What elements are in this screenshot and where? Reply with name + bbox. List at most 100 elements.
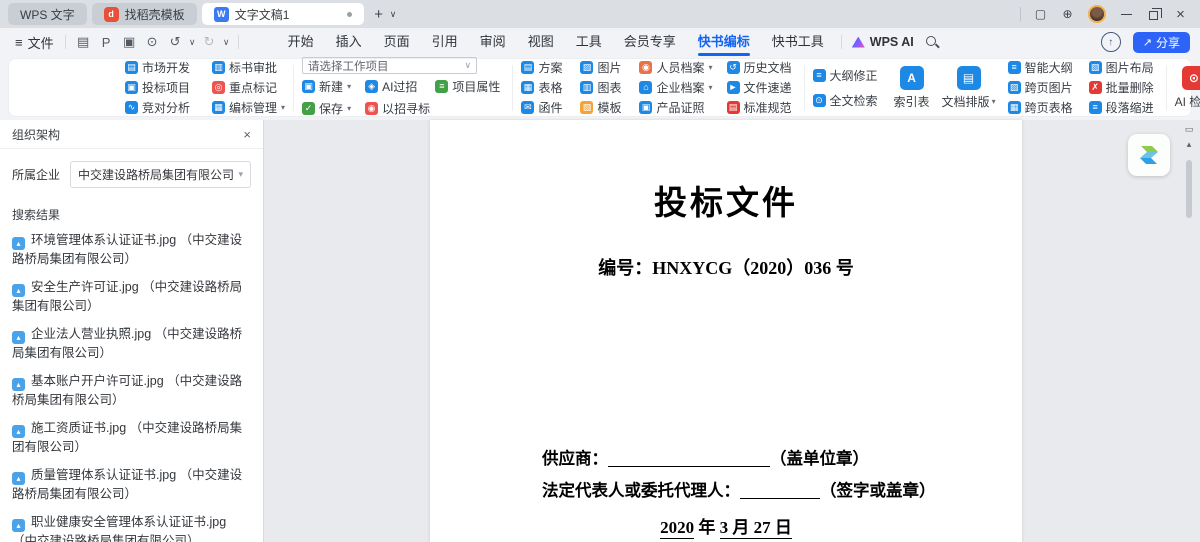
menu-reference[interactable]: 引用 [421,28,469,56]
search-icon[interactable] [925,35,939,49]
btn-new[interactable]: ▣ 新建 ▾ [302,77,351,96]
item-icon: ◎ [212,81,225,94]
btn-picture-layout[interactable]: ▧ 图片布局 [1089,58,1158,77]
tab-list-caret-icon[interactable]: ∨ [390,9,397,20]
item-icon: ▤ [727,101,740,114]
menu-start[interactable]: 开始 [277,28,325,56]
btn-template[interactable]: ▧ 模板 [580,98,625,117]
btn-bid-manage[interactable]: ▦ 编标管理 ▾ [212,98,285,117]
project-select[interactable]: 请选择工作项目 ∨ [302,57,477,74]
toolbar-more-icon[interactable]: ∨ [221,37,232,48]
btn-company-files[interactable]: ⌂ 企业档案 ▾ [639,78,712,97]
minimize-button[interactable] [1113,0,1140,28]
btn-chart[interactable]: ▥ 图表 [580,78,625,97]
file-menu-button[interactable]: ≡ 文件 [10,33,59,52]
redo-icon[interactable]: ↻ [198,34,221,50]
item-label: 文件速递 [744,79,792,96]
btn-crosspage-picture[interactable]: ▨ 跨页图片 [1008,78,1077,97]
skin-settings-icon[interactable]: ⊕ [1054,0,1081,28]
btn-letter[interactable]: ✉ 函件 [521,98,566,117]
export-pdf-icon[interactable]: P [95,35,118,50]
new-tab-button[interactable]: + [369,6,389,23]
save-icon[interactable]: ▤ [72,34,95,50]
item-label: 跨页表格 [1025,99,1073,116]
btn-save-project[interactable]: ✓ 保存 ▾ [302,99,351,118]
tab-document-1[interactable]: W 文字文稿1 [202,3,364,25]
menu-kuaishu-tools[interactable]: 快书工具 [761,28,835,56]
btn-project-props[interactable]: ≡ 项目属性 [435,77,504,96]
split-window-icon[interactable]: ▢ [1027,0,1054,28]
btn-outline-fix[interactable]: ≡ 大纲修正 [813,66,882,85]
scrollbar-thumb[interactable] [1186,160,1192,218]
main-area: 组织架构 × 所属企业 中交建设路桥局集团有限公司 ▾ 搜索结果 ▴环境管理体系… [0,120,1200,542]
cloud-upload-icon[interactable]: ↑ [1101,32,1121,52]
file-business-license[interactable]: ▴企业法人营业执照.jpg （中交建设路桥局集团有限公司） [12,325,251,363]
menu-member[interactable]: 会员专享 [613,28,687,56]
item-label: 标准规范 [744,99,792,116]
item-label: 函件 [538,99,562,116]
floating-assistant-icon[interactable] [1128,134,1170,176]
share-button[interactable]: ↗ 分享 [1133,32,1190,53]
undo-icon[interactable]: ↺ [164,34,187,50]
file-quality-cert[interactable]: ▴质量管理体系认证证书.jpg （中交建设路桥局集团有限公司） [12,466,251,504]
company-select[interactable]: 中交建设路桥局集团有限公司 ▾ [70,161,251,188]
ribbon-group-check: ⊙ AI 检查 ▦ 场景检查 ◉ 标书查重 ▾ [1175,58,1200,117]
btn-market-dev[interactable]: ▤ 市场开发 [125,58,194,77]
file-bank-permit[interactable]: ▴基本账户开户许可证.jpg （中交建设路桥局集团有限公司） [12,372,251,410]
item-label: 投标项目 [142,79,190,96]
scroll-up-icon[interactable]: ▴ [1187,139,1192,154]
file-construction-cert[interactable]: ▴施工资质证书.jpg （中交建设路桥局集团有限公司） [12,419,251,457]
item-icon: ✓ [302,102,315,115]
btn-file-express[interactable]: ► 文件速递 [727,78,796,97]
window-controls: ▢ ⊕ × [1014,0,1200,28]
btn-smart-outline[interactable]: ≡ 智能大纲 [1008,58,1077,77]
btn-standards[interactable]: ▤ 标准规范 [727,98,796,117]
maximize-button[interactable] [1140,0,1167,28]
wps-ai-button[interactable]: WPS AI [852,35,921,49]
menu-view[interactable]: 视图 [517,28,565,56]
btn-index-table[interactable]: A 索引表 [894,66,930,110]
btn-paragraph-indent[interactable]: ≡ 段落缩进 [1089,98,1158,117]
close-icon[interactable]: × [243,127,251,142]
menu-tools[interactable]: 工具 [565,28,613,56]
btn-personnel-files[interactable]: ◉ 人员档案 ▾ [639,58,712,77]
menu-page[interactable]: 页面 [373,28,421,56]
item-label: 智能大纲 [1025,59,1073,76]
user-avatar[interactable] [1088,5,1106,23]
item-label: 编标管理 [229,99,277,116]
btn-bid-project[interactable]: ▣ 投标项目 [125,78,194,97]
btn-fulltext-search[interactable]: ⊙ 全文检索 [813,91,882,110]
menu-review[interactable]: 审阅 [469,28,517,56]
document-page[interactable]: 投标文件 编号：HNXYCG（2020）036 号 供应商：（盖单位章） 法定代… [430,120,1022,542]
ruler-toggle-icon[interactable]: ▭ [1185,124,1194,139]
undo-caret-icon[interactable]: ∨ [187,37,198,48]
tab-docer-templates[interactable]: d 找稻壳模板 [92,3,197,25]
tab-wps-home[interactable]: WPS 文字 [8,3,87,25]
btn-batch-delete[interactable]: ✗ 批量删除 [1089,78,1158,97]
file-env-cert[interactable]: ▴环境管理体系认证证书.jpg （中交建设路桥局集团有限公司） [12,231,251,269]
file-ohs-cert[interactable]: ▴职业健康安全管理体系认证证书.jpg （中交建设路桥局集团有限公司） [12,513,251,542]
btn-crosspage-table[interactable]: ▦ 跨页表格 [1008,98,1077,117]
menu-kuaishu-bianbiao[interactable]: 快书编标 [687,28,761,56]
close-button[interactable]: × [1167,0,1194,28]
btn-proposal[interactable]: ▤ 方案 [521,58,566,77]
btn-product-certs[interactable]: ▣ 产品证照 [639,98,712,117]
item-icon: ► [727,81,740,94]
caret-down-icon: ▾ [347,104,351,113]
btn-doc-typeset[interactable]: ▤ 文档排版 ▾ [942,66,996,110]
print-icon[interactable]: ▣ [118,34,141,50]
menu-insert[interactable]: 插入 [325,28,373,56]
btn-ai-guozhao[interactable]: ◈ AI过招 [365,77,421,96]
btn-table[interactable]: ▦ 表格 [521,78,566,97]
btn-key-mark[interactable]: ◎ 重点标记 [212,78,285,97]
btn-yizhao-xunbiao[interactable]: ◉ 以招寻标 [365,99,434,118]
modified-dot-icon [347,12,352,17]
btn-history-docs[interactable]: ↺ 历史文档 [727,58,796,77]
btn-competitor-analysis[interactable]: ∿ 竞对分析 [125,98,194,117]
btn-picture[interactable]: ▨ 图片 [580,58,625,77]
file-safety-permit[interactable]: ▴安全生产许可证.jpg （中交建设路桥局集团有限公司） [12,278,251,316]
agent-note: （签字或盖章） [820,481,936,500]
btn-ai-check[interactable]: ⊙ AI 检查 [1175,66,1200,110]
print-preview-icon[interactable]: ⊙ [141,34,164,50]
btn-bid-approval[interactable]: ▥ 标书审批 [212,58,285,77]
